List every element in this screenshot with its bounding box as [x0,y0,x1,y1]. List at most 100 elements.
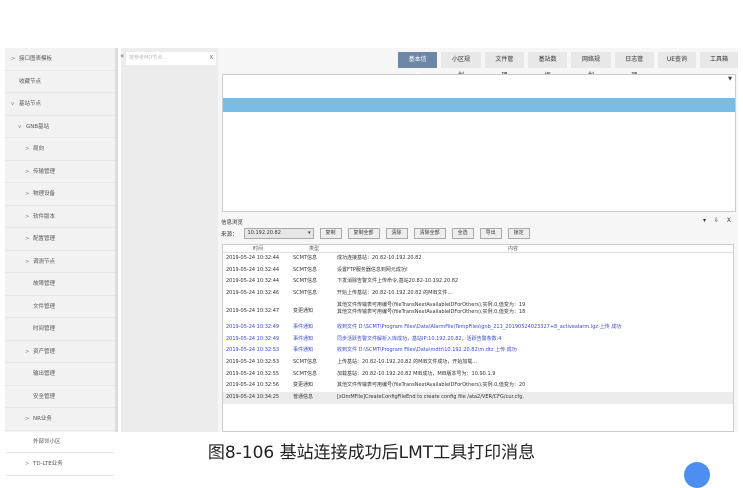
row-time: 2019-05-24 10:32:55 [226,370,280,377]
chevron-icon[interactable]: > [25,228,33,250]
toolbar-button[interactable]: 全选 [451,228,474,239]
tree-item[interactable]: > 软件版本 [5,206,115,228]
row-type: 普通信息 [293,394,314,401]
tab-3[interactable]: 基站数据 [527,52,568,79]
row-content-cell: [sOmMFile]CreateConfigFileEnd to create … [335,392,733,404]
tree-item[interactable]: > 传输管理 [5,161,115,183]
selected-row[interactable] [223,98,735,112]
row-time: 2019-05-24 10:32:46 [226,290,280,297]
row-content-cell: 开始上传基站：20.82-10.192.20.82 的MIB文件... [335,288,733,300]
dropdown-arrow-icon[interactable]: ▼ [728,76,732,82]
tree-item[interactable]: v 基站节点 [5,93,115,116]
toolbar-button[interactable]: 清除 [385,228,408,239]
row-content: 其他文件传输表可用编号(fileTransNextAvailableIDForO… [337,382,526,389]
tree-item[interactable]: > 局向 [5,138,115,161]
row-content-line2: 其他文件传输表可用编号(fileTransNextAvailableIDForO… [337,308,526,315]
tree-item-label: 文件管理 [33,303,56,310]
chevron-icon[interactable]: > [25,206,33,228]
row-content: 收到文件 D:\SCMT\Program Files\Data\AlarmFil… [337,323,622,330]
table-row[interactable]: 2019-05-24 10:32:44 SCMT信息 成功连接基站：20.82-10… [223,253,733,265]
row-content: [sOmMFile]CreateConfigFileEnd to create … [337,394,524,401]
table-row[interactable]: 2019-05-24 10:32:46 SCMT信息 开始上传基站：20.82-10… [223,288,733,300]
tree-item[interactable]: 收藏节点 [5,71,115,93]
row-time: 2019-05-24 10:32:53 [226,347,280,354]
row-time: 2019-05-24 10:32:49 [226,335,280,342]
row-type: 事件通知 [293,335,314,342]
table-row[interactable]: 2019-05-24 10:32:53 事件通知 收到文件 D:\SCMT\Prog… [223,345,733,357]
tab-5[interactable]: 日志管理 [614,52,654,79]
toolbar-button[interactable]: 复制 [319,228,342,239]
tab-6[interactable]: UE查询 [657,52,696,68]
tab-0[interactable]: 基本信息 [398,52,438,79]
table-row[interactable]: 2019-05-24 10:32:55 SCMT信息 加载基站：20.82-10.1… [223,369,733,381]
column-extra [691,245,733,252]
row-content: 开始上传基站：20.82-10.192.20.82 的MIB文件... [337,290,453,297]
tab-2[interactable]: 文件管理 [484,52,524,79]
table-row[interactable]: 2019-05-24 10:32:56 变更通知 其他文件传输表可用编号(fileT… [223,380,733,392]
tree-item-label: 调测节点 [33,258,56,265]
row-content-cell: 收到文件 D:\SCMT\Program Files\Data\AlarmFil… [335,322,733,334]
tab-1[interactable]: 小区规划 [441,52,481,79]
tree-item[interactable]: 故障管理 [5,273,115,296]
tree-item[interactable]: 时间管理 [5,318,115,341]
collapse-panel-icon[interactable]: « [120,52,124,60]
column-content[interactable]: 内容 [335,245,691,252]
toolbar-button[interactable]: 复制全部 [347,228,380,239]
tree-item[interactable]: > 接口图表模板 [5,48,115,71]
chevron-icon[interactable]: > [25,183,33,205]
chevron-icon[interactable]: > [25,138,33,160]
row-time: 2019-05-24 10:32:44 [226,255,280,261]
tree-item-label: 时间管理 [33,326,56,332]
navigation-tree: > 接口图表模板 收藏节点 v 基站节点 v GNB基站 > 局向 > 传输管理 > 物理设备 > 软件版本… [5,48,118,476]
main-area: 基本信息小区规划文件管理基站数据网络规划日志管理UE查询工具箱 ▼ 信息浏览 ▾… [218,48,738,432]
search-input[interactable]: 按参考MO节点... X [126,52,216,65]
column-type[interactable]: 类型 [293,245,335,252]
source-select[interactable]: 10.192.20.82 ▾ [243,228,314,239]
chevron-icon[interactable]: v [18,116,26,138]
tree-item-label: 输出管理 [33,371,56,377]
column-time[interactable]: 时间 [223,245,293,252]
toolbar-button[interactable]: 锁定 [507,228,530,239]
tree-item-label: 故障管理 [33,281,56,287]
chevron-icon[interactable]: > [25,251,33,273]
tree-item-label: 基站节点 [19,101,42,107]
table-row[interactable]: 2019-05-24 10:32:53 SCMT信息 上传基站：20.82-10.1… [223,357,733,369]
table-row[interactable]: 2019-05-24 10:32:47 变更通知 其他文件传输表可用编号(fileT… [223,300,733,322]
tree-item-label: 局向 [33,146,45,152]
tree-item[interactable]: > NR业务 [5,408,115,431]
tree-item[interactable]: > 物理设备 [5,183,115,206]
tree-item[interactable]: 输出管理 [5,363,115,386]
clear-search-icon[interactable]: X [210,52,213,65]
tree-item[interactable]: 安全管理 [5,386,115,408]
table-row[interactable]: 2019-05-24 10:32:44 SCMT信息 设置FTP服务器信息到网元成功… [223,265,733,277]
chevron-icon[interactable]: > [11,48,19,70]
row-content: 收到文件 D:\SCMT\Program Files\Data\mdtr\10.… [337,347,517,354]
row-type: 事件通知 [293,323,314,330]
dropdown-list[interactable]: ▼ [222,74,736,212]
table-row[interactable]: 2019-05-24 10:32:49 事件通知 同步活跃告警文件解析入库成功，基站… [223,334,733,346]
table-row[interactable]: 2019-05-24 10:32:44 SCMT信息 下发消除告警文件上传命令,基站… [223,276,733,288]
chevron-icon[interactable]: v [11,93,19,115]
tab-4[interactable]: 网络规划 [571,52,611,79]
tree-item[interactable]: > 配置管理 [5,228,115,251]
tree-item[interactable]: > 调测节点 [5,251,115,273]
window-controls[interactable]: ▾ ⇩ X [703,217,734,224]
floating-button[interactable] [684,462,710,488]
tab-7[interactable]: 工具箱 [699,52,738,68]
table-row[interactable]: 2019-05-24 10:34:25 普通信息 [sOmMFile]CreateC… [223,392,733,404]
toolbar-button[interactable]: 导出 [479,228,502,239]
chevron-icon[interactable]: > [25,341,33,363]
figure-caption: 图8-106 基站连接成功后LMT工具打印消息 [207,443,536,463]
tree-item-label: 配置管理 [33,236,56,242]
row-content-cell: 其他文件传输表可用编号(fileTransNextAvailableIDForO… [335,302,733,320]
tree-item[interactable]: 文件管理 [5,296,115,318]
tree-item[interactable]: > 资产管理 [5,341,115,363]
chevron-icon[interactable]: > [25,161,33,183]
tree-item[interactable]: v GNB基站 [5,116,115,138]
chevron-icon[interactable]: > [25,408,33,430]
info-browser-panel: 信息浏览 ▾ ⇩ X 来源： 10.192.20.82 ▾ 复制 复制全部 清除 清除全… [220,216,736,432]
row-time: 2019-05-24 10:32:49 [226,323,280,330]
table-row[interactable]: 2019-05-24 10:32:49 事件通知 收到文件 D:\SCMT\Prog… [223,322,733,334]
toolbar-button[interactable]: 清除全部 [413,228,446,239]
tree-item-label: 资产管理 [33,348,56,355]
